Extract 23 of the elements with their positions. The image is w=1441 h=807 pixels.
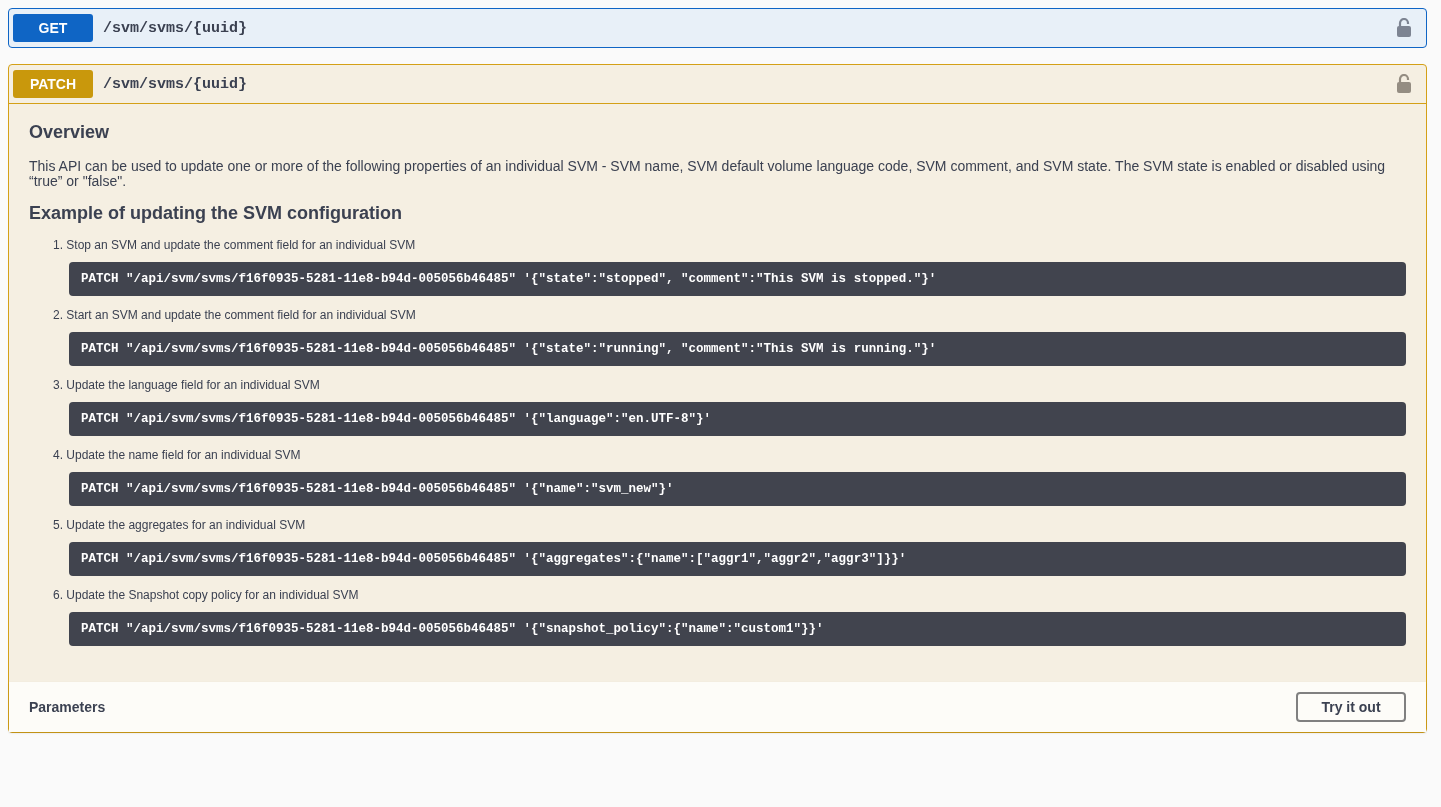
example-step: 1. Stop an SVM and update the comment field for an individual SVM bbox=[53, 238, 1406, 252]
parameters-title: Parameters bbox=[29, 699, 106, 715]
example-step: 5. Update the aggregates for an individual SVM bbox=[53, 518, 1406, 532]
example-step: 2. Start an SVM and update the comment field for an individual SVM bbox=[53, 308, 1406, 322]
code-block: PATCH "/api/svm/svms/f16f0935-5281-11e8-b94d-005056b46485" '{"language":"en.UTF-8"}' bbox=[69, 402, 1406, 436]
code-block: PATCH "/api/svm/svms/f16f0935-5281-11e8-b94d-005056b46485" '{"name":"svm_new"}' bbox=[69, 472, 1406, 506]
code-block: PATCH "/api/svm/svms/f16f0935-5281-11e8-b94d-005056b46485" '{"snapshot_policy":{"name":"custom1"}}' bbox=[69, 612, 1406, 646]
try-it-out-button[interactable]: Try it out bbox=[1296, 692, 1406, 722]
method-badge: PATCH bbox=[13, 70, 93, 98]
endpoint-path[interactable]: /svm/svms/{uuid} bbox=[103, 19, 1386, 37]
description-text: This API can be used to update one or more of the following properties of an individual SVM - SVM name, SVM default volume language code, SVM comment, and SVM state. The SVM state is enabled or disabled using “true” or "false". bbox=[29, 159, 1387, 189]
section-heading: Example of updating the SVM configuration bbox=[29, 203, 403, 224]
endpoint-path[interactable]: /svm/svms/{uuid} bbox=[103, 75, 1386, 93]
unlocked-padlock-icon[interactable] bbox=[1396, 74, 1412, 94]
code-block: PATCH "/api/svm/svms/f16f0935-5281-11e8-b94d-005056b46485" '{"aggregates":{"name":["aggr1","aggr2","aggr3"]}}' bbox=[69, 542, 1406, 576]
unlocked-padlock-icon[interactable] bbox=[1396, 18, 1412, 38]
code-block: PATCH "/api/svm/svms/f16f0935-5281-11e8-b94d-005056b46485" '{"state":"stopped", "comment":"This SVM is stopped."}' bbox=[69, 262, 1406, 296]
example-step: 6. Update the Snapshot copy policy for an individual SVM bbox=[53, 588, 1406, 602]
example-step: 4. Update the name field for an individual SVM bbox=[53, 448, 1406, 462]
method-badge: GET bbox=[13, 14, 93, 42]
code-block: PATCH "/api/svm/svms/f16f0935-5281-11e8-b94d-005056b46485" '{"state":"running", "comment":"This SVM is running."}' bbox=[69, 332, 1406, 366]
section-heading: Overview bbox=[29, 122, 111, 143]
example-step: 3. Update the language field for an individual SVM bbox=[53, 378, 1406, 392]
